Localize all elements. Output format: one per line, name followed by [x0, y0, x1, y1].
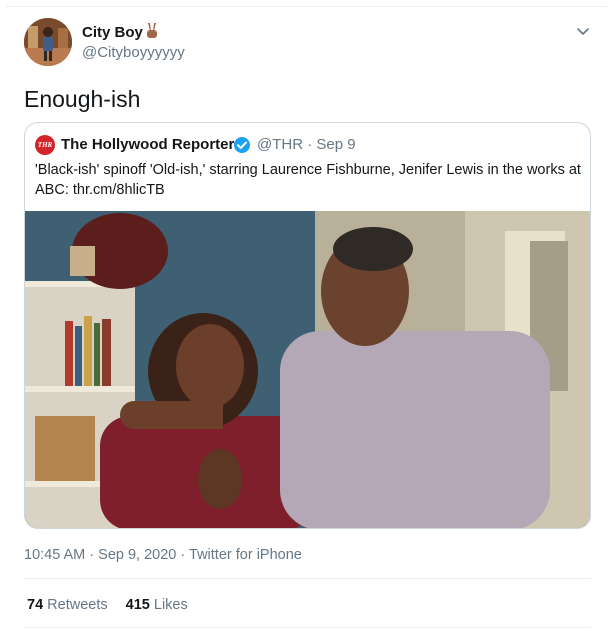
chevron-down-icon[interactable]	[576, 24, 590, 38]
likes-label: Likes	[153, 597, 188, 613]
retweets-label: Retweets	[47, 597, 108, 613]
likes-count: 415	[125, 597, 150, 613]
quoted-author-name[interactable]: The Hollywood Reporter	[61, 136, 234, 153]
divider	[24, 578, 591, 579]
quoted-handle-date[interactable]: @THR · Sep 9	[257, 136, 356, 153]
author-display-name[interactable]: City Boy	[82, 24, 143, 41]
tweet-source[interactable]: Twitter for iPhone	[189, 547, 302, 563]
tweet-card: City Boy @Cityboyyyyyy Enough-ish THR Th…	[0, 0, 615, 636]
victory-hand-icon	[147, 23, 157, 38]
retweets-count: 74	[27, 597, 44, 613]
top-divider	[6, 6, 607, 7]
quoted-tweet[interactable]: THR The Hollywood Reporter @THR · Sep 9 …	[24, 122, 591, 529]
meta-separator: ·	[180, 547, 190, 563]
author-handle[interactable]: @Cityboyyyyyy	[82, 44, 185, 61]
photo-image	[25, 211, 590, 528]
tweet-time[interactable]: 10:45 AM	[24, 547, 85, 563]
quoted-photo[interactable]	[25, 211, 590, 528]
tweet-stats: 74 Retweets 415 Likes	[27, 597, 202, 613]
avatar-image	[24, 18, 72, 66]
verified-badge-icon	[234, 137, 250, 153]
quoted-text: 'Black-ish' spinoff 'Old-ish,' starring …	[35, 162, 581, 198]
retweets-stat[interactable]: 74 Retweets	[27, 597, 108, 613]
tweet-date[interactable]: Sep 9, 2020	[98, 547, 176, 563]
tweet-meta: 10:45 AM · Sep 9, 2020 · Twitter for iPh…	[24, 547, 302, 563]
thr-logo-icon: THR	[35, 135, 55, 155]
tweet-text: Enough-ish	[24, 86, 141, 112]
meta-separator: ·	[89, 547, 99, 563]
divider	[24, 627, 591, 628]
avatar[interactable]	[24, 18, 72, 66]
likes-stat[interactable]: 415 Likes	[126, 597, 188, 613]
